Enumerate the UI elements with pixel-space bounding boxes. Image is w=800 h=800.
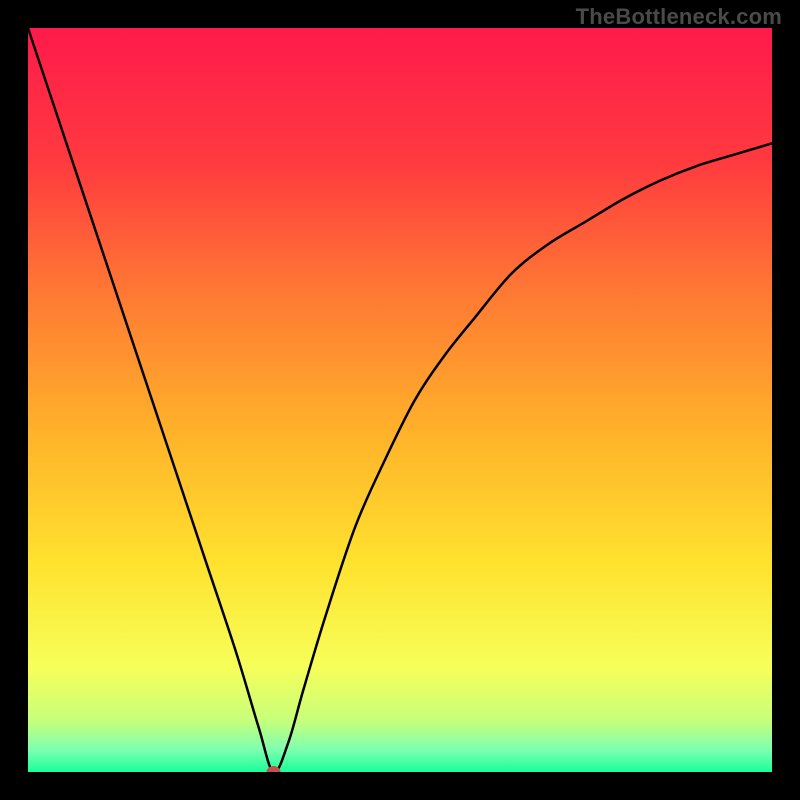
chart-svg <box>28 28 772 772</box>
watermark-text: TheBottleneck.com <box>576 4 782 30</box>
plot-area <box>28 28 772 772</box>
chart-outer: TheBottleneck.com <box>0 0 800 800</box>
gradient-background <box>28 28 772 772</box>
